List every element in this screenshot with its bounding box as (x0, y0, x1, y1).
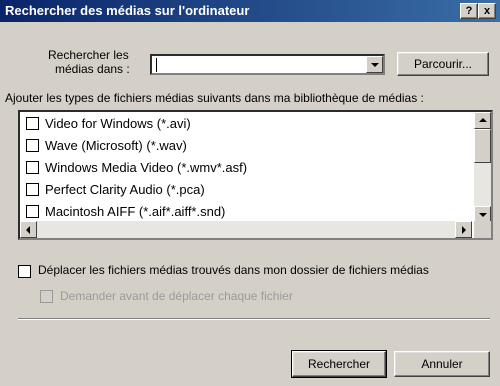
checkbox[interactable] (26, 116, 39, 130)
list-item[interactable]: Windows Media Video (*.wmv*.asf) (20, 156, 472, 178)
text-caret (156, 58, 157, 72)
list-item[interactable]: Video for Windows (*.avi) (20, 112, 472, 134)
move-files-label[interactable]: Déplacer les fichiers médias trouvés dan… (38, 263, 429, 277)
scroll-corner (474, 221, 491, 238)
list-item[interactable]: Macintosh AIFF (*.aif*.aiff*.snd) (20, 200, 472, 222)
list-item-label: Macintosh AIFF (*.aif*.aiff*.snd) (45, 203, 226, 219)
scroll-left-icon[interactable] (20, 221, 37, 238)
window-title: Rechercher des médias sur l'ordinateur (5, 3, 250, 18)
horizontal-scrollbar[interactable] (20, 221, 472, 238)
list-item[interactable]: Wave (Microsoft) (*.wav) (20, 134, 472, 156)
checkbox[interactable] (26, 204, 39, 218)
list-item-label: Windows Media Video (*.wmv*.asf) (45, 159, 248, 175)
browse-button[interactable]: Parcourir... (397, 52, 489, 76)
file-types-heading: Ajouter les types de fichiers médias sui… (5, 91, 424, 105)
chevron-down-icon[interactable] (366, 56, 383, 73)
list-item-label: Perfect Clarity Audio (*.pca) (45, 181, 205, 197)
list-item-label: Video for Windows (*.avi) (45, 115, 191, 131)
vertical-scrollbar[interactable] (474, 112, 491, 223)
search-location-combobox[interactable] (150, 54, 385, 75)
file-types-items: Video for Windows (*.avi) Wave (Microsof… (20, 112, 472, 223)
list-item[interactable]: Perfect Clarity Audio (*.pca) (20, 178, 472, 200)
help-button[interactable]: ? (460, 3, 478, 19)
separator (18, 318, 490, 320)
checkbox[interactable] (26, 182, 39, 196)
ask-before-move-checkbox[interactable] (40, 290, 53, 303)
search-location-label-line2: médias dans : (55, 62, 130, 76)
file-types-list[interactable]: Video for Windows (*.avi) Wave (Microsof… (18, 110, 493, 240)
cancel-button[interactable]: Annuler (394, 351, 490, 377)
checkbox[interactable] (26, 138, 39, 152)
list-item-label: Wave (Microsoft) (*.wav) (45, 137, 187, 153)
scroll-right-icon[interactable] (455, 221, 472, 238)
scroll-up-icon[interactable] (474, 112, 491, 129)
title-bar: Rechercher des médias sur l'ordinateur ?… (0, 0, 500, 22)
search-button[interactable]: Rechercher (291, 350, 387, 378)
ask-before-move-label: Demander avant de déplacer chaque fichie… (60, 289, 293, 303)
checkbox[interactable] (26, 160, 39, 174)
scroll-thumb[interactable] (474, 129, 491, 163)
move-files-checkbox[interactable] (18, 265, 31, 278)
close-button[interactable]: x (478, 3, 496, 19)
search-location-label-line1: Rechercher les (48, 48, 129, 62)
